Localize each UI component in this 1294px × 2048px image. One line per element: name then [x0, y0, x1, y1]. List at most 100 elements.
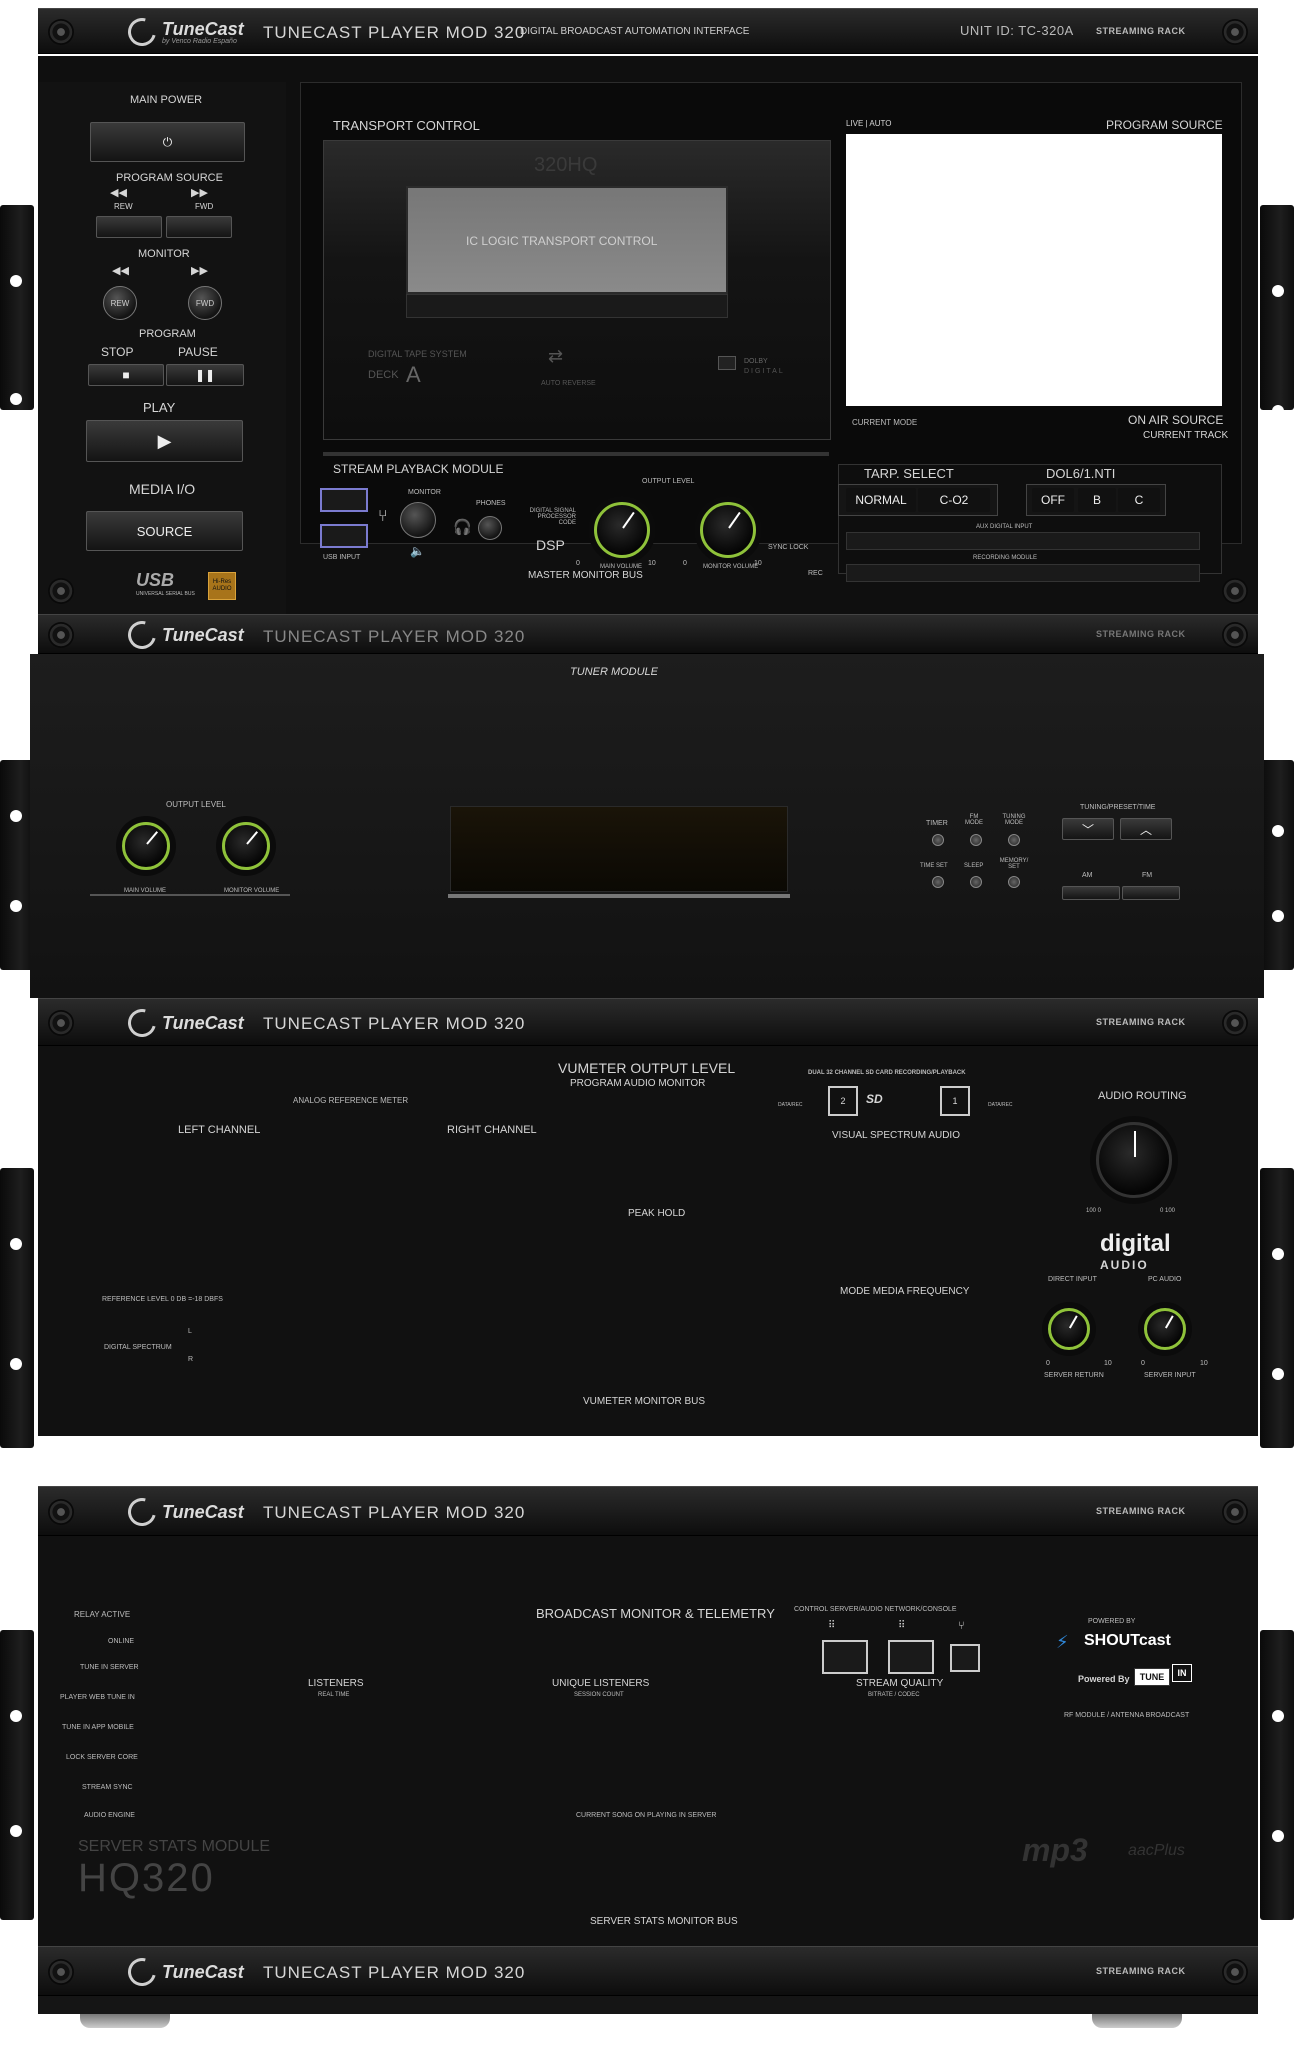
am-button[interactable] — [1062, 886, 1120, 900]
c-button[interactable]: C — [1118, 488, 1160, 512]
forward-icon: ▶▶ — [191, 187, 208, 199]
status-relay-active: RELAY ACTIVE — [74, 1610, 131, 1619]
memory-set-button[interactable] — [1008, 876, 1020, 888]
tuner-monitor-volume-knob[interactable] — [222, 822, 270, 870]
rack-ear-right-4 — [1260, 1630, 1294, 1920]
chevron-down-icon: ﹀ — [1081, 822, 1094, 837]
sleep-button[interactable] — [970, 876, 982, 888]
timer-button[interactable] — [932, 834, 944, 846]
server-input-label: SERVER INPUT — [1144, 1372, 1196, 1379]
am-label: AM — [1082, 872, 1093, 879]
source-fwd-button[interactable] — [166, 216, 232, 238]
monitor-fwd-button[interactable]: FWD — [188, 286, 222, 320]
play-button[interactable]: ▶ — [86, 420, 243, 462]
rack-foot-left — [80, 2014, 170, 2028]
digital-audio-logo-sub: AUDIO — [1100, 1258, 1149, 1272]
mode-media-label: MODE MEDIA FREQUENCY — [840, 1286, 970, 1297]
rack-ear-right-1 — [1260, 205, 1294, 417]
pause-button[interactable]: ❚❚ — [166, 364, 244, 386]
server-input-knob[interactable] — [1144, 1308, 1186, 1350]
ethernet-port-1[interactable] — [822, 1640, 868, 1674]
tunein-logo: TUNE — [1134, 1668, 1170, 1686]
server-input-min: 0 — [1141, 1360, 1145, 1367]
hires-logo: Hi-Res AUDIO — [208, 572, 236, 600]
usb-b-port[interactable] — [950, 1644, 980, 1672]
sd-slot-1[interactable]: 1 — [940, 1086, 970, 1116]
usb-port-1[interactable] — [320, 488, 368, 512]
monitor-rew-button[interactable]: REW — [103, 286, 137, 320]
hq320-logo: HQ320 — [78, 1856, 215, 1900]
network-icon-1: ⠿ — [828, 1620, 836, 1631]
unit1-title: TUNECAST PLAYER MOD 320 — [263, 23, 526, 42]
program-source-label: PROGRAM SOURCE — [116, 172, 223, 184]
rf-module-label: RF MODULE / ANTENNA BROADCAST — [1064, 1712, 1190, 1719]
analog-ref-label: ANALOG REFERENCE METER — [293, 1096, 409, 1105]
fm-label: FM — [1142, 872, 1153, 879]
vumeter-bus-label: VUMETER MONITOR BUS — [583, 1396, 706, 1407]
tunecast-logo: TuneCast by Venco Radio Españo — [122, 12, 244, 52]
play-icon: ▶ — [157, 430, 172, 451]
fm-mode-button[interactable] — [970, 834, 982, 846]
pause-icon: ❚❚ — [194, 368, 216, 382]
status-audio-engine: AUDIO ENGINE — [84, 1812, 135, 1819]
monitor-volume-knob[interactable] — [700, 502, 756, 558]
ethernet-port-2[interactable] — [888, 1640, 934, 1674]
control-server-label: CONTROL SERVER/AUDIO NETWORK/CONSOLE — [794, 1606, 957, 1613]
server-return-max: 10 — [1104, 1360, 1112, 1367]
rack-foot-right — [1092, 2014, 1182, 2028]
tunecast-logo-icon — [122, 12, 162, 52]
server-input-max: 10 — [1200, 1360, 1208, 1367]
output-level-label: OUTPUT LEVEL — [642, 478, 695, 485]
unit5-header: TuneCast TUNECAST PLAYER MOD 320 STREAMI… — [38, 1946, 1258, 1996]
tuning-mode-label: TUNING MODE — [1002, 814, 1026, 826]
phones-jack[interactable] — [478, 516, 502, 540]
recording-slot[interactable] — [846, 564, 1200, 582]
data-rec-right: DATA/REC — [988, 1102, 1013, 1108]
monitor-jack[interactable] — [400, 502, 436, 538]
source-rew-button[interactable] — [96, 216, 162, 238]
aacplus-logo: aacPlus — [1128, 1842, 1185, 1859]
stream-playback-label: STREAM PLAYBACK MODULE — [333, 462, 504, 476]
tune-down-button[interactable]: ﹀ — [1062, 818, 1114, 840]
routing-min: 100 0 — [1086, 1208, 1102, 1214]
audio-routing-knob[interactable] — [1096, 1122, 1172, 1198]
headphones-icon: 🎧 — [453, 519, 472, 536]
current-song-label: CURRENT SONG ON PLAYING IN SERVER — [576, 1812, 717, 1819]
off-button[interactable]: OFF — [1032, 488, 1074, 512]
session-count-label: SESSION COUNT — [574, 1692, 624, 1698]
tuning-preset-label: TUNING/PRESET/TIME — [1080, 804, 1156, 811]
audio-routing-label: AUDIO ROUTING — [1098, 1090, 1187, 1102]
dol-label: DOL6/1.NTI — [1046, 466, 1116, 481]
time-set-label: TIME SET — [920, 863, 948, 869]
time-set-button[interactable] — [932, 876, 944, 888]
memory-set-label: MEMORY/ SET — [999, 858, 1029, 870]
aux-input-slot[interactable] — [846, 532, 1200, 550]
source-button[interactable]: SOURCE — [86, 511, 243, 551]
server-return-knob[interactable] — [1048, 1308, 1090, 1350]
normal-button[interactable]: NORMAL — [846, 488, 916, 512]
b-button[interactable]: B — [1078, 488, 1116, 512]
status-tune-in-server: TUNE IN SERVER — [80, 1664, 139, 1671]
usb-logo: USB — [136, 570, 175, 590]
recording-module-label: RECORDING MODULE — [973, 555, 1038, 561]
dsp-signal-label: DIGITAL SIGNAL PROCESSOR CODE — [529, 508, 576, 526]
tuner-main-volume-knob[interactable] — [122, 822, 170, 870]
power-button[interactable]: ⏻ — [90, 122, 245, 162]
unit4-rack-tag: STREAMING RACK — [1096, 1506, 1186, 1516]
stop-button[interactable]: ■ — [88, 364, 164, 386]
co2-button[interactable]: C-O2 — [918, 488, 990, 512]
live-auto-label: LIVE | AUTO — [846, 119, 892, 128]
server-stats-module: RELAY ACTIVE ONLINE TUNE IN SERVER PLAYE… — [38, 1536, 1258, 1946]
usb-port-2[interactable] — [320, 524, 368, 548]
rack-tag: STREAMING RACK — [1096, 26, 1186, 36]
sd-slot-2[interactable]: 2 — [828, 1086, 858, 1116]
mp3-logo: mp3 — [1022, 1832, 1088, 1868]
tuning-mode-button[interactable] — [1008, 834, 1020, 846]
fm-button[interactable] — [1122, 886, 1180, 900]
tune-up-button[interactable]: ︿ — [1120, 818, 1172, 840]
fm-mode-label: FM MODE — [965, 814, 983, 826]
main-volume-knob[interactable] — [594, 502, 650, 558]
deck-letter: A — [406, 362, 421, 387]
bitrate-label: BITRATE / CODEC — [868, 1692, 920, 1698]
unit-id: UNIT ID: TC-320A — [960, 23, 1074, 38]
